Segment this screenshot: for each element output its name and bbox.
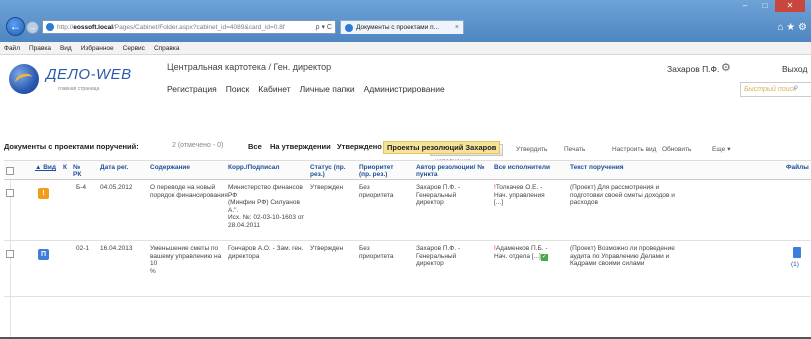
back-arrow-icon[interactable]: ← [6, 17, 25, 36]
orange-doc-type-icon: ! [38, 188, 49, 199]
menu-file[interactable]: Файл [4, 45, 20, 52]
cell-status: Утвержден [310, 184, 344, 191]
filter-tab-draft-resolutions[interactable]: Проекты резолюций Захаров [383, 141, 501, 154]
browser-menubar: Файл Правка Вид Избранное Сервис Справка [0, 42, 811, 55]
logo-text[interactable]: ДЕЛО-WEB [46, 66, 132, 83]
cell-reg-date: 16.04.2013 [100, 245, 133, 252]
tab-title: Документы с проектами п... [356, 24, 440, 31]
file-count[interactable]: (1) [791, 261, 799, 268]
blue-doc-type-icon: П [38, 249, 49, 260]
gear-icon[interactable]: ⚙ [721, 61, 731, 74]
browser-titlebar: ← → http://eossoft.local/Pages/Cabinet/F… [0, 0, 811, 42]
cell-reg-no: 02-1 [76, 245, 90, 252]
browser-right-tools-icon[interactable]: ⌂ ★ ⚙ [777, 22, 807, 33]
forward-arrow-icon[interactable]: → [26, 21, 39, 34]
table-row[interactable]: ! Б-4 04.05.2012 О переводе на новый пор… [4, 181, 811, 241]
card-title: Центральная картотека / Ген. директор [167, 62, 332, 72]
browser-tab[interactable]: Документы с проектами п... × [340, 20, 464, 34]
col-status[interactable]: Статус (пр. рез.) [310, 164, 354, 178]
window-buttons: – □ ✕ [735, 0, 805, 12]
nav-administration[interactable]: Администрирование [364, 84, 445, 94]
col-content[interactable]: Содержание [150, 164, 190, 171]
menu-edit[interactable]: Правка [29, 45, 51, 52]
col-reg-no[interactable]: № РК [73, 164, 85, 178]
folder-count: 2 (отмечено - 0) [172, 142, 224, 149]
url-text: http://eossoft.local/Pages/Cabinet/Folde… [57, 23, 285, 31]
app-header: ДЕЛО-WEB главная страница Центральная ка… [0, 56, 811, 116]
cell-priority: Без приоритета [359, 184, 394, 199]
filter-tab-approved[interactable]: Утверждено [334, 141, 385, 152]
cell-executors: !Толкачев О.Е. - Нач. управления [...] [494, 184, 545, 207]
address-tools-icon[interactable]: ρ ▾ C [316, 23, 332, 31]
cell-corr: Гончаров А.О. - Зам. ген. директора [228, 245, 304, 260]
executor-name[interactable]: Адаменков П.Б. - [496, 245, 548, 252]
cell-content: Уменьшение сметы по вашему управлению на… [150, 245, 222, 275]
cell-executors: !Адаменков П.Б. - Нач. отдела [...]✓ [494, 245, 548, 261]
exit-link[interactable]: Выход [782, 64, 807, 74]
executor-rest: Нач. отдела [...] [494, 252, 541, 260]
cell-corr: Министерство финансов РФ (Минфин РФ) Сил… [228, 184, 305, 229]
col-files[interactable]: Файлы [786, 164, 809, 171]
cell-content: О переводе на новый порядок финансирован… [150, 184, 228, 199]
col-reg-date[interactable]: Дата рег. [100, 164, 128, 171]
user-name[interactable]: Захаров П.Ф. [667, 64, 719, 74]
nav-registration[interactable]: Регистрация [167, 84, 217, 94]
nav-personal-folders[interactable]: Личные папки [300, 84, 355, 94]
col-author[interactable]: Автор резолюции/ № пункта [416, 164, 494, 178]
quick-search-input[interactable]: Быстрый поиск [740, 82, 811, 97]
check-icon: ✓ [540, 253, 548, 261]
table-header: ▲ Вид К № РК Дата рег. Содержание Корр./… [4, 160, 811, 180]
row-checkbox[interactable] [6, 250, 14, 258]
cell-text: (Проект) Возможно ли проведение аудита п… [570, 245, 675, 267]
cell-reg-no: Б-4 [76, 184, 87, 191]
main-nav: Регистрация Поиск Кабинет Личные папки А… [167, 84, 445, 94]
filter-tab-all[interactable]: Все [245, 141, 265, 152]
nav-cabinet[interactable]: Кабинет [258, 84, 290, 94]
site-favicon-icon [46, 23, 54, 31]
menu-view[interactable]: Вид [60, 45, 72, 52]
col-view[interactable]: ▲ Вид [35, 164, 56, 171]
address-bar[interactable]: http://eossoft.local/Pages/Cabinet/Folde… [42, 20, 336, 34]
tab-close-icon[interactable]: × [455, 24, 459, 31]
logo-icon[interactable] [9, 64, 39, 94]
col-corr[interactable]: Корр./Подписал [228, 164, 280, 171]
cell-text: (Проект) Для рассмотрения и подготовки с… [570, 184, 675, 206]
file-icon[interactable] [793, 247, 801, 258]
filter-tab-pending[interactable]: На утверждении [267, 141, 334, 152]
logo-subtitle: главная страница [58, 86, 100, 92]
table-row[interactable]: П 02-1 16.04.2013 Уменьшение сметы по ва… [4, 242, 811, 297]
maximize-button[interactable]: □ [755, 0, 775, 12]
executor-name[interactable]: Толкачев О.Е. - [496, 184, 542, 191]
menu-favorites[interactable]: Избранное [81, 45, 114, 52]
cell-reg-date: 04.05.2012 [100, 184, 133, 191]
select-all-checkbox[interactable] [6, 167, 14, 175]
tab-favicon-icon [345, 23, 353, 32]
menu-help[interactable]: Справка [154, 45, 180, 52]
cell-priority: Без приоритета [359, 245, 394, 260]
col-k[interactable]: К [63, 164, 67, 171]
col-text[interactable]: Текст поручения [570, 164, 624, 171]
close-window-button[interactable]: ✕ [775, 0, 805, 12]
folder-title: Документы с проектами поручений: [4, 142, 139, 151]
row-checkbox[interactable] [6, 189, 14, 197]
cell-author: Захаров П.Ф. - Генеральный директор [416, 245, 461, 267]
col-priority[interactable]: Приоритет (пр. рез.) [359, 164, 404, 178]
cell-author: Захаров П.Ф. - Генеральный директор [416, 184, 461, 206]
executor-rest: Нач. управления [...] [494, 191, 545, 207]
nav-search[interactable]: Поиск [226, 84, 250, 94]
col-executors[interactable]: Все исполнители [494, 164, 550, 171]
filter-row: Документы с проектами поручений: 2 (отме… [0, 140, 811, 154]
search-icon[interactable]: ⌕ [793, 82, 799, 93]
cell-status: Утвержден [310, 245, 344, 252]
minimize-button[interactable]: – [735, 0, 755, 12]
menu-tools[interactable]: Сервис [123, 45, 145, 52]
